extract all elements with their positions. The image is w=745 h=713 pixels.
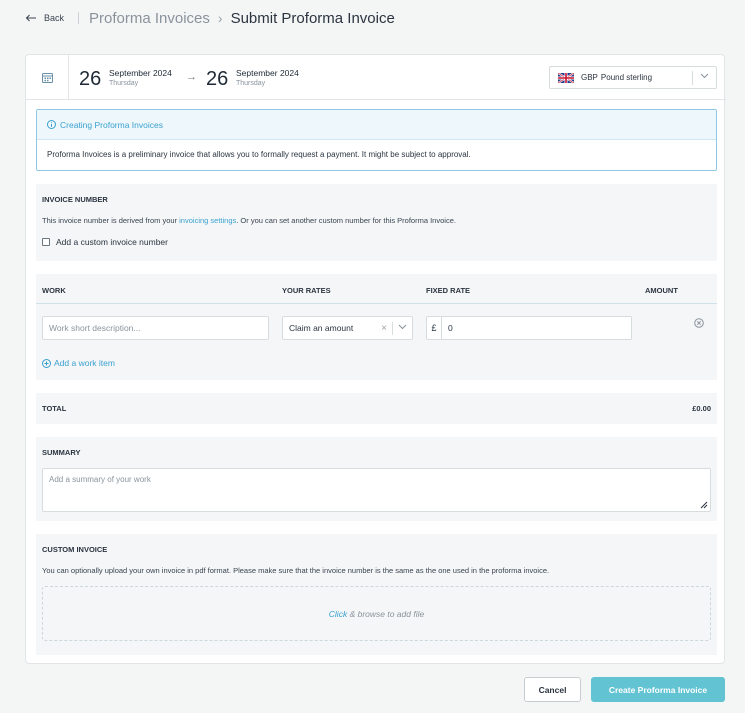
divider xyxy=(78,12,80,24)
divider xyxy=(392,322,393,335)
info-title: Creating Proforma Invoices xyxy=(60,119,163,130)
clear-icon[interactable]: × xyxy=(381,323,387,334)
currency-symbol: £ xyxy=(427,317,442,339)
custom-invoice-description: You can optionally upload your own invoi… xyxy=(42,566,550,575)
rate-selected-value: Claim an amount xyxy=(289,323,354,333)
custom-invoice-section: CUSTOM INVOICE You can optionally upload… xyxy=(36,534,717,655)
calendar-icon xyxy=(41,73,53,83)
summary-placeholder: Add a summary of your work xyxy=(49,475,151,484)
work-section: WORK YOUR RATES FIXED RATE AMOUNT Work s… xyxy=(36,274,717,380)
currency-name: Pound sterling xyxy=(600,73,653,82)
remove-item-icon[interactable] xyxy=(694,318,704,328)
date-range-row: 26 September 2024 Thursday → 26 Septembe… xyxy=(26,55,726,100)
divider xyxy=(692,71,693,85)
end-day[interactable]: 26 xyxy=(206,68,228,91)
invoice-number-section: INVOICE NUMBER This invoice number is de… xyxy=(36,184,717,261)
work-description-placeholder: Work short description... xyxy=(49,323,141,333)
chevron-down-icon xyxy=(700,73,709,79)
column-fixed-rate: FIXED RATE xyxy=(426,286,471,295)
custom-invoice-number-checkbox[interactable] xyxy=(42,238,50,246)
uk-flag-icon xyxy=(558,72,574,83)
summary-textarea[interactable]: Add a summary of your work xyxy=(42,468,711,512)
start-weekday: Thursday xyxy=(109,80,139,87)
work-table-header: WORK YOUR RATES FIXED RATE AMOUNT xyxy=(36,274,717,304)
currency-select[interactable]: GBP Pound sterling xyxy=(549,66,717,89)
dropzone-text: & browse to add file xyxy=(347,608,425,619)
column-your-rates: YOUR RATES xyxy=(282,286,331,295)
add-work-item-label: Add a work item xyxy=(54,358,115,368)
breadcrumb-proforma-invoices[interactable]: Proforma Invoices xyxy=(89,10,210,27)
invoice-form-card: 26 September 2024 Thursday → 26 Septembe… xyxy=(25,54,726,664)
cancel-button[interactable]: Cancel xyxy=(524,677,581,702)
rate-select[interactable]: Claim an amount × xyxy=(282,316,413,340)
breadcrumb-chevron-icon: › xyxy=(217,10,223,26)
column-amount: AMOUNT xyxy=(645,286,678,295)
info-banner-header: Creating Proforma Invoices xyxy=(37,110,716,140)
total-value: £0.00 xyxy=(692,404,711,413)
total-row: TOTAL £0.00 xyxy=(36,393,717,424)
info-text: Proforma Invoices is a preliminary invoi… xyxy=(47,150,471,159)
page-title: Submit Proforma Invoice xyxy=(230,9,395,27)
file-dropzone[interactable]: Click & browse to add file xyxy=(42,586,711,641)
back-label: Back xyxy=(44,13,65,23)
arrow-left-icon xyxy=(25,14,36,22)
currency-code: GBP xyxy=(581,73,598,82)
summary-section: SUMMARY Add a summary of your work xyxy=(36,437,717,521)
description-text: This invoice number is derived from your xyxy=(42,216,180,225)
start-day[interactable]: 26 xyxy=(79,68,101,91)
work-description-input[interactable]: Work short description... xyxy=(42,316,269,340)
end-month-year: September 2024 xyxy=(236,68,299,78)
total-label: TOTAL xyxy=(42,404,67,413)
custom-invoice-title: CUSTOM INVOICE xyxy=(42,545,108,554)
info-banner: Creating Proforma Invoices Proforma Invo… xyxy=(36,109,717,171)
summary-title: SUMMARY xyxy=(42,448,81,457)
invoice-number-title: INVOICE NUMBER xyxy=(42,195,108,204)
invoice-number-description: This invoice number is derived from your… xyxy=(42,216,456,225)
back-button[interactable]: Back xyxy=(25,13,64,23)
fixed-rate-value: 0 xyxy=(448,323,453,333)
end-weekday: Thursday xyxy=(236,80,266,87)
info-icon xyxy=(47,120,56,129)
invoicing-settings-link[interactable]: invoicing settings xyxy=(179,216,236,225)
chevron-down-icon xyxy=(398,324,407,330)
arrow-right-icon: → xyxy=(186,71,197,83)
custom-invoice-number-label[interactable]: Add a custom invoice number xyxy=(56,237,168,247)
resize-handle-icon[interactable] xyxy=(699,500,708,509)
add-work-item-button[interactable]: Add a work item xyxy=(42,358,115,368)
plus-circle-icon xyxy=(42,358,51,368)
page-header: Back Proforma Invoices › Submit Proforma… xyxy=(25,8,395,28)
calendar-button[interactable] xyxy=(26,55,69,100)
start-month-year: September 2024 xyxy=(109,68,172,78)
click-to-browse-link[interactable]: Click xyxy=(329,609,347,619)
description-text: . Or you can set another custom number f… xyxy=(236,216,456,225)
fixed-rate-input[interactable]: £ 0 xyxy=(426,316,632,340)
column-work: WORK xyxy=(42,286,66,295)
create-proforma-invoice-button[interactable]: Create Proforma Invoice xyxy=(591,677,725,702)
